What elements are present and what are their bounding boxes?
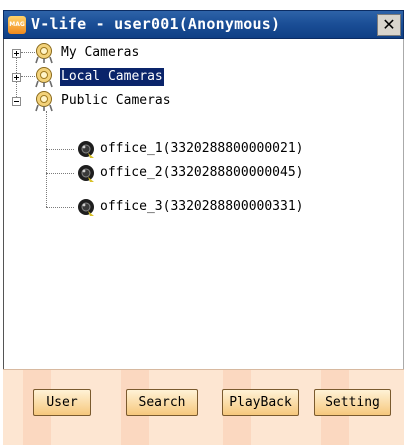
tree-node-label: office_3(3320288800000331): [100, 199, 304, 214]
close-button[interactable]: ✕: [377, 14, 401, 36]
tree-node-camera-office-2[interactable]: office_2(3320288800000045): [4, 161, 394, 185]
title-bar[interactable]: MAG V-life - user001(Anonymous) ✕: [3, 10, 404, 39]
search-button[interactable]: Search: [126, 389, 198, 416]
expand-plus-icon[interactable]: [12, 73, 21, 82]
setting-button[interactable]: Setting: [314, 389, 391, 416]
tree-node-label: Public Cameras: [61, 93, 171, 108]
camera-tree[interactable]: My Cameras Local Cameras Public Cameras: [3, 39, 404, 369]
tree-node-label: office_2(3320288800000045): [100, 165, 304, 180]
tree-node-public-cameras[interactable]: Public Cameras: [4, 89, 394, 113]
user-button[interactable]: User: [33, 389, 91, 416]
tree-node-label: office_1(3320288800000021): [100, 141, 304, 156]
tree-node-my-cameras[interactable]: My Cameras: [4, 41, 394, 65]
tree-node-camera-office-1[interactable]: office_1(3320288800000021): [4, 137, 394, 161]
toolbar-footer: User Search PlayBack Setting: [3, 369, 404, 445]
tree-node-label: My Cameras: [61, 45, 140, 60]
app-logo-icon: MAG: [8, 16, 26, 34]
expand-plus-icon[interactable]: [12, 49, 21, 58]
tree-node-camera-office-3[interactable]: office_3(3320288800000331): [4, 195, 394, 219]
camera-icon: [78, 199, 94, 216]
camera-group-icon: [35, 43, 53, 64]
app-window: MAG V-life - user001(Anonymous) ✕ My Cam…: [0, 0, 405, 445]
camera-icon: [78, 165, 94, 182]
playback-button[interactable]: PlayBack: [222, 389, 299, 416]
camera-group-icon: [35, 67, 53, 88]
window-title: V-life - user001(Anonymous): [31, 15, 281, 33]
tree-node-local-cameras[interactable]: Local Cameras: [4, 65, 394, 89]
camera-group-icon: [35, 91, 53, 112]
camera-icon: [78, 141, 94, 158]
collapse-minus-icon[interactable]: [12, 97, 21, 106]
tree-node-label-selected: Local Cameras: [60, 68, 164, 86]
